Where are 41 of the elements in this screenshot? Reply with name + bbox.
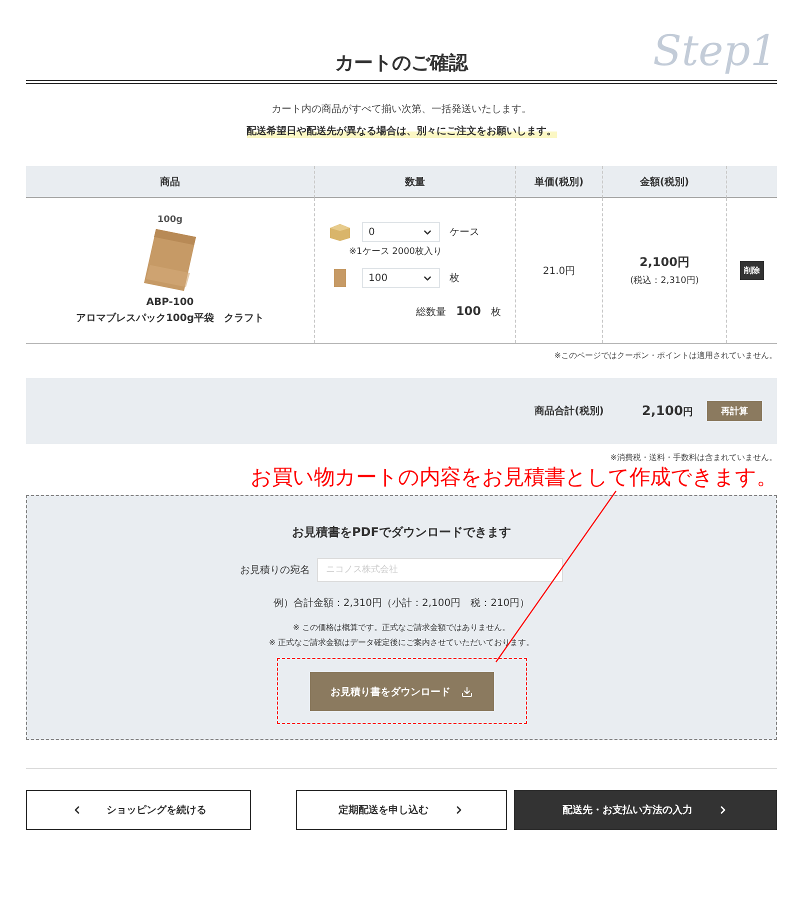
field-label: お見積りの宛名 <box>240 564 310 577</box>
box-icon <box>328 222 352 242</box>
column-header: 単価(税別) <box>516 166 603 198</box>
column-header: 金額(税別) <box>603 166 727 198</box>
tax-note: ※消費税・送料・手数料は含まれていません。 <box>609 452 777 463</box>
annotation-text: お買い物カートの内容をお見積書として作成できます。 <box>250 464 777 491</box>
unit-label: 枚 <box>450 272 460 285</box>
page-title: カートのご確認 <box>335 51 468 76</box>
total-label: 総数量 <box>416 306 446 319</box>
total-quantity: 100 <box>456 304 481 318</box>
amount: 2,100円 <box>640 254 690 271</box>
subscribe-button[interactable]: 定期配送を申し込む <box>296 790 507 830</box>
size-label: 100g <box>157 214 183 224</box>
estimate-title: お見積書をPDFでダウンロードできます <box>292 524 511 541</box>
delete-button[interactable]: 削除 <box>740 261 764 280</box>
coupon-note: ※このページではクーポン・ポイントは適用されていません。 <box>553 350 777 361</box>
example-text: 例）合計金額：2,310円（小計：2,100円 税：210円） <box>273 596 530 610</box>
column-header: 数量 <box>315 166 516 198</box>
subtotal-value: 2,100円 <box>642 404 693 418</box>
download-button[interactable]: お見積り書をダウンロード <box>310 672 494 711</box>
product-code: ABP-100 <box>146 296 194 310</box>
quantity-select[interactable]: 0 <box>362 222 440 242</box>
continue-shopping-button[interactable]: ショッピングを続ける <box>26 790 251 830</box>
step-label: Step1 <box>652 30 777 72</box>
estimate-note: ※ 正式なご請求金額はデータ確定後にご案内させていただいております。 <box>268 637 534 648</box>
amount-incl-tax: (税込：2,310円) <box>630 274 699 287</box>
intro-text: カート内の商品がすべて揃い次第、一括発送いたします。 <box>270 102 532 116</box>
estimate-note: ※ この価格は概算です。正式なご請求金額ではありません。 <box>292 622 510 633</box>
recalculate-button[interactable]: 再計算 <box>707 401 762 421</box>
checkout-button[interactable]: 配送先・お支払い方法の入力 <box>514 790 777 830</box>
unit-price: 21.0円 <box>542 264 576 278</box>
unit-label: 枚 <box>491 306 501 319</box>
subtotal-label: 商品合計(税別) <box>534 404 604 418</box>
header-cell <box>727 166 777 198</box>
case-note: ※1ケース 2000枚入り <box>349 246 442 258</box>
column-header: 商品 <box>26 166 315 198</box>
product-name: アロマブレスパック100g平袋 クラフト <box>76 312 264 326</box>
quantity-select[interactable]: 100 <box>362 268 440 288</box>
unit-label: ケース <box>450 226 480 239</box>
highlight-notice: 配送希望日や配送先が異なる場合は、別々にご注文をお願いします。 <box>246 124 556 138</box>
download-icon <box>460 686 472 698</box>
